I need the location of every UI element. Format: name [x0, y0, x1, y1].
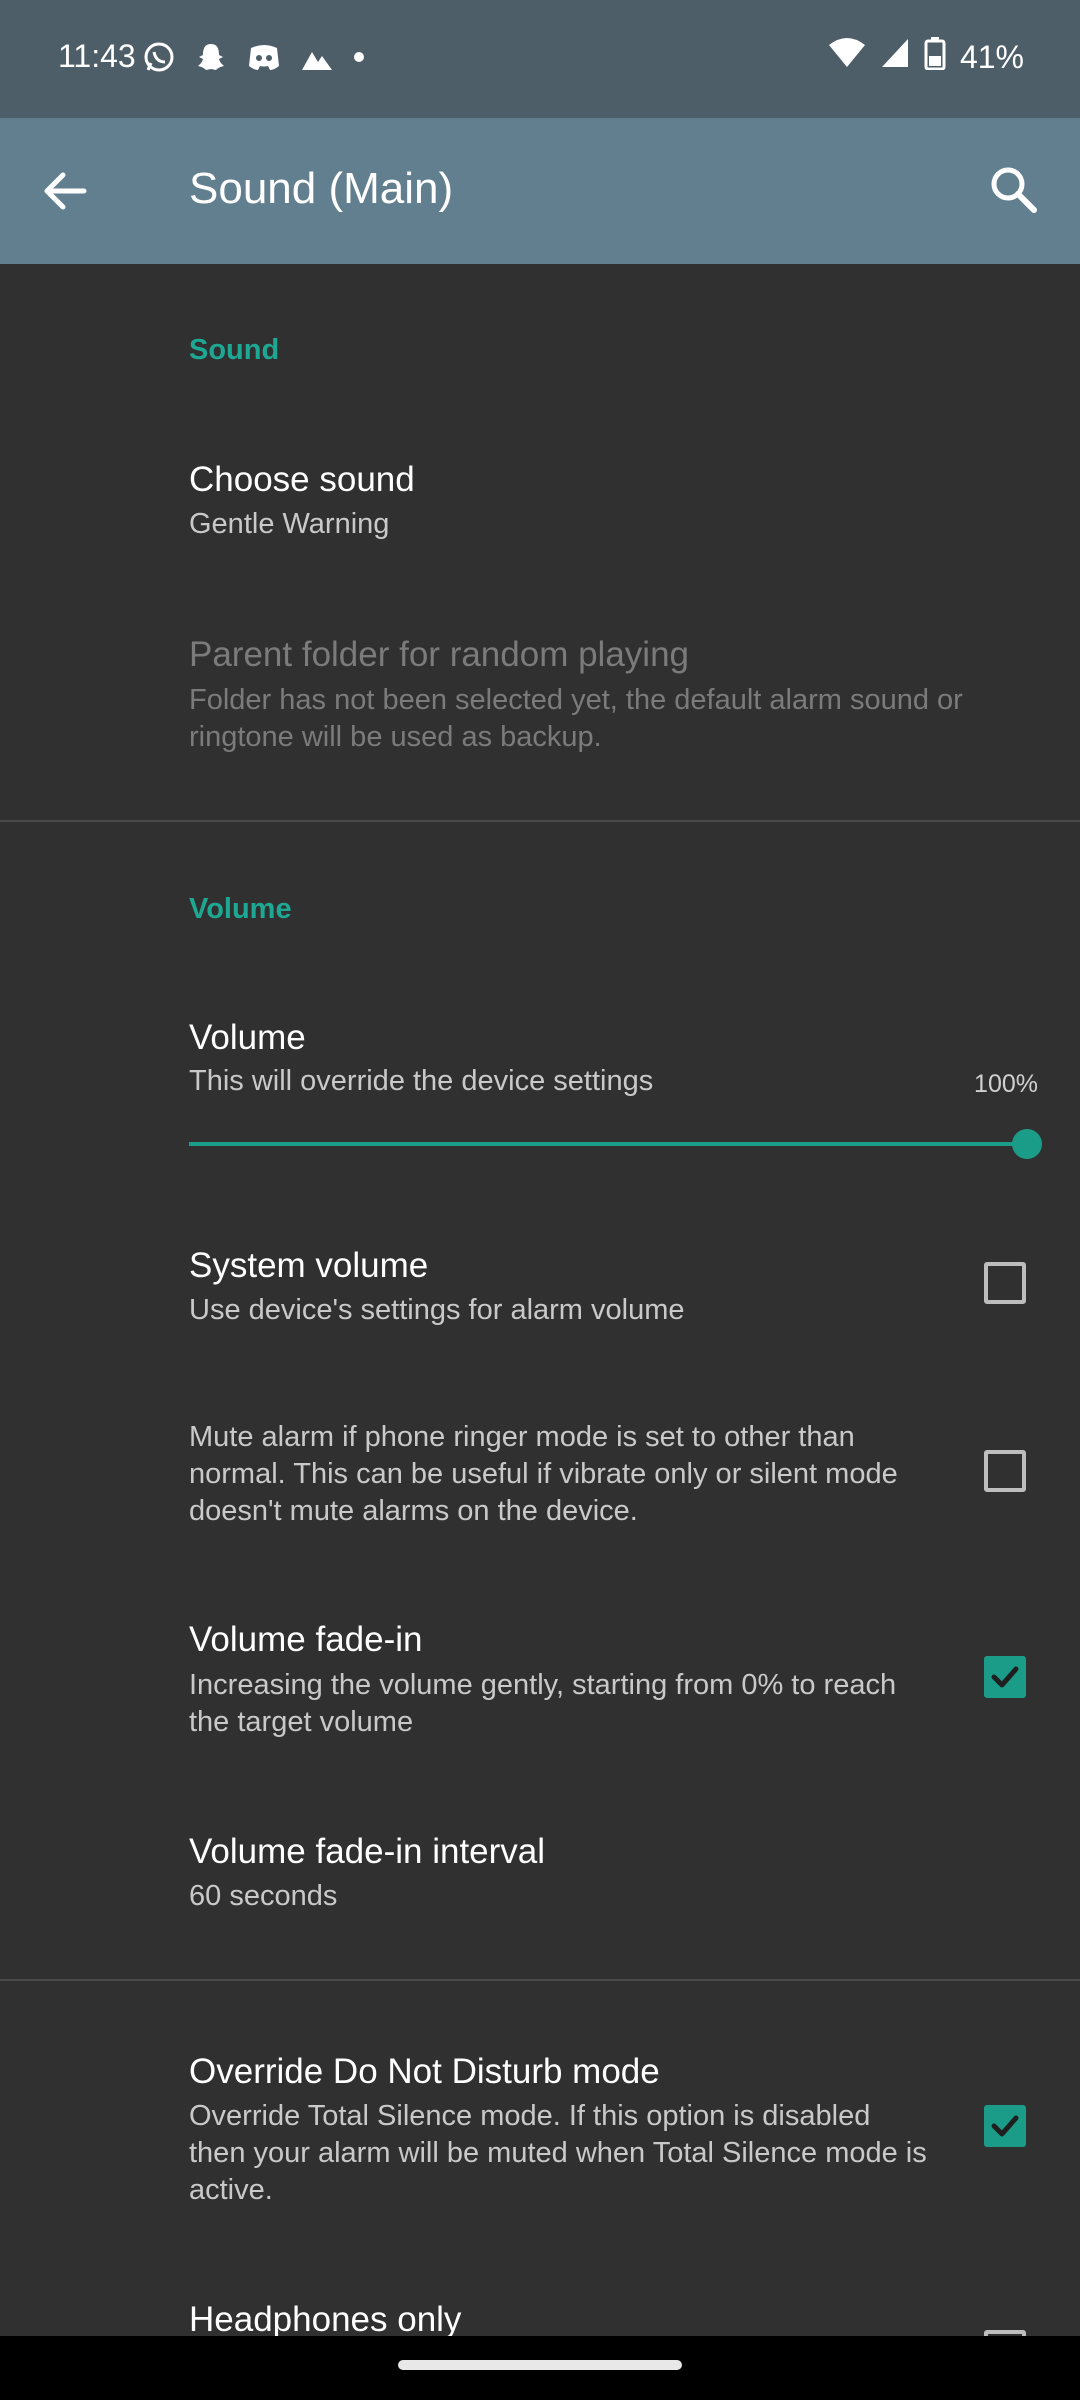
page-title: Sound (Main) — [189, 164, 454, 213]
volume-title: Volume — [189, 1018, 306, 1057]
discord-icon — [246, 40, 282, 79]
section-title-sound: Sound — [189, 334, 280, 366]
search-button[interactable] — [978, 154, 1050, 226]
arrow-left-icon — [44, 172, 87, 210]
mute-ringer-text: Mute alarm if phone ringer mode is set t… — [189, 1421, 898, 1527]
fade-in-interval-value: 60 seconds — [189, 1880, 338, 1912]
home-handle[interactable] — [398, 2360, 682, 2370]
whatsapp-icon — [142, 40, 176, 79]
system-volume-subtitle: Use device's settings for alarm volume — [189, 1294, 685, 1326]
back-button[interactable] — [30, 156, 100, 226]
fade-in-checkbox[interactable] — [984, 1656, 1026, 1698]
signal-icon — [880, 37, 910, 77]
mute-ringer-checkbox[interactable] — [984, 1450, 1026, 1492]
navigation-bar — [0, 2336, 1080, 2400]
fade-in-interval-title: Volume fade-in interval — [189, 1832, 546, 1871]
volume-value: 100% — [974, 1070, 1038, 1098]
search-icon — [991, 167, 1037, 213]
override-dnd-subtitle: Override Total Silence mode. If this opt… — [189, 2100, 927, 2206]
fade-in-title: Volume fade-in — [189, 1620, 423, 1659]
snapchat-icon — [194, 40, 228, 79]
volume-subtitle: This will override the device settings — [189, 1065, 654, 1097]
app-bar: Sound (Main) — [0, 118, 1080, 264]
choose-sound-title: Choose sound — [189, 460, 415, 499]
battery-percent: 41% — [959, 38, 1024, 75]
battery-icon — [924, 36, 946, 78]
status-time: 11:43 — [58, 38, 136, 74]
app-icon — [300, 42, 334, 77]
parent-folder-title: Parent folder for random playing — [189, 635, 689, 674]
override-dnd-checkbox[interactable] — [984, 2105, 1026, 2147]
system-status: 41% — [828, 36, 1024, 78]
volume-slider[interactable] — [189, 1142, 1027, 1146]
check-icon — [991, 2115, 1019, 2137]
system-volume-title: System volume — [189, 1246, 429, 1285]
override-dnd-title: Override Do Not Disturb mode — [189, 2052, 660, 2091]
choose-sound-value: Gentle Warning — [189, 508, 390, 540]
wifi-icon — [828, 37, 866, 77]
divider — [0, 820, 1080, 822]
notification-icons — [142, 40, 366, 79]
system-volume-checkbox[interactable] — [984, 1262, 1026, 1304]
headphones-only-title: Headphones only — [189, 2300, 462, 2339]
parent-folder-subtitle: Folder has not been selected yet, the de… — [189, 684, 963, 753]
divider — [0, 1979, 1080, 1981]
dot-icon — [352, 50, 366, 69]
volume-slider-thumb[interactable] — [1012, 1129, 1042, 1159]
fade-in-subtitle: Increasing the volume gently, starting f… — [189, 1669, 897, 1738]
check-icon — [991, 1666, 1019, 1688]
section-title-volume: Volume — [189, 893, 292, 925]
status-bar: 11:43 41% — [0, 0, 1080, 118]
